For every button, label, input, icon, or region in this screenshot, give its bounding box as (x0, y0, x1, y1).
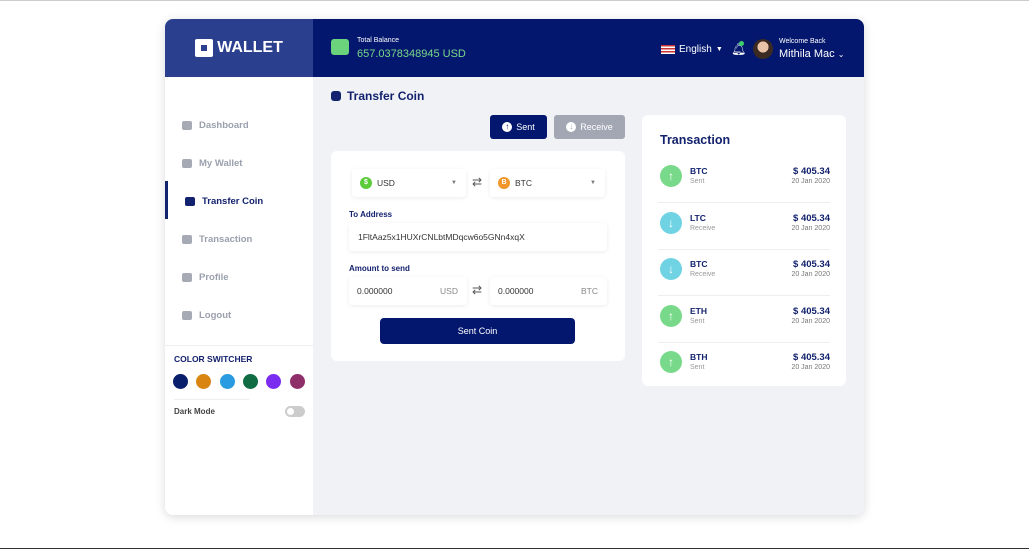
caret-down-icon: ▼ (715, 46, 723, 53)
color-swatch[interactable] (289, 374, 305, 389)
dark-mode-toggle[interactable] (285, 406, 305, 417)
welcome-text: Welcome Back (779, 38, 826, 45)
arrow-down-icon: ↓ (566, 122, 577, 132)
coins-icon (331, 91, 341, 101)
active-indicator (165, 181, 168, 219)
dashboard-icon (182, 121, 192, 130)
us-flag-icon (661, 45, 675, 54)
dollar-icon: $ (360, 177, 372, 189)
avatar[interactable] (753, 39, 773, 59)
sidebar-item-my-wallet[interactable]: My Wallet (182, 158, 242, 169)
language-dropdown[interactable]: English ▼ (661, 44, 723, 55)
wallet-icon (331, 39, 349, 55)
color-swatch[interactable] (266, 374, 282, 389)
wallet-icon (182, 159, 192, 168)
transaction-row[interactable]: ↑ ETH Sent $ 405.34 20 Jan 2020 (658, 297, 830, 343)
sidebar-item-transfer-coin[interactable]: Transfer Coin (185, 196, 263, 207)
dark-mode-label: Dark Mode (174, 407, 215, 416)
notification-dot (739, 41, 744, 46)
caret-down-icon: ▼ (451, 180, 457, 186)
coins-icon (185, 197, 195, 206)
chevron-down-icon: ⌄ (837, 50, 845, 59)
arrow-up-icon: ↑ (502, 122, 513, 132)
arrow-down-icon: ↓ (660, 258, 682, 280)
sidebar-item-transaction[interactable]: Transaction (182, 234, 252, 245)
to-address-input[interactable]: 1FltAaz5x1HUXrCNLbtMDqcw6o5GNn4xqX (349, 223, 607, 251)
transaction-row[interactable]: ↑ BTC Sent $ 405.34 20 Jan 2020 (658, 157, 830, 203)
amount-label: Amount to send (349, 264, 410, 273)
balance-label: Total Balance (357, 37, 400, 44)
color-swatch[interactable] (219, 374, 235, 389)
transaction-row[interactable]: ↓ BTC Receive $ 405.34 20 Jan 2020 (658, 250, 830, 296)
page-title: Transfer Coin (331, 89, 424, 103)
arrow-up-icon: ↑ (660, 304, 682, 327)
history-icon (182, 235, 192, 244)
color-switcher-label: COLOR SWITCHER (174, 354, 253, 364)
to-address-label: To Address (349, 210, 393, 219)
logo[interactable]: WALLET (165, 19, 313, 77)
divider (174, 399, 249, 400)
user-icon (182, 273, 192, 282)
sidebar: Dashboard My Wallet Transfer Coin Transacti… (165, 77, 313, 515)
arrow-up-icon: ↑ (660, 351, 682, 373)
sidebar-item-logout[interactable]: Logout (182, 310, 231, 321)
logout-icon (182, 311, 192, 320)
receive-tab-button[interactable]: ↓ Receive (554, 115, 625, 139)
divider (165, 345, 313, 346)
user-menu[interactable]: Mithila Mac ⌄ (779, 48, 844, 60)
amount-to-input[interactable]: 0.000000 BTC (490, 277, 607, 305)
arrow-up-icon: ↑ (660, 165, 682, 187)
header: Total Balance 657.0378348945 USD English… (313, 19, 864, 77)
caret-down-icon: ▼ (590, 180, 596, 186)
amount-from-input[interactable]: 0.000000 USD (349, 277, 467, 305)
app-window: WALLET Total Balance 657.0378348945 USD … (165, 19, 864, 515)
sidebar-item-dashboard[interactable]: Dashboard (182, 120, 249, 131)
sidebar-item-profile[interactable]: Profile (182, 272, 229, 283)
color-swatch[interactable] (196, 374, 212, 389)
sent-tab-button[interactable]: ↑ Sent (490, 115, 547, 139)
from-currency-select[interactable]: $ USD ▼ (352, 169, 466, 197)
transaction-panel: Transaction ↑ BTC Sent $ 405.34 20 Jan 2… (642, 115, 846, 386)
balance-value: 657.0378348945 USD (357, 48, 466, 60)
wallet-logo-icon (195, 39, 214, 57)
transaction-row[interactable]: ↑ BTH Sent $ 405.34 20 Jan 2020 (658, 343, 830, 389)
to-currency-select[interactable]: B BTC ▼ (490, 169, 605, 197)
sent-coin-button[interactable]: Sent Coin (380, 318, 575, 344)
color-swatch[interactable] (173, 374, 188, 389)
bitcoin-icon: B (498, 177, 510, 189)
swap-icon[interactable]: ⇄ (472, 175, 482, 189)
swap-icon[interactable]: ⇄ (472, 283, 482, 297)
color-swatch[interactable] (242, 374, 258, 389)
transaction-row[interactable]: ↓ LTC Receive $ 405.34 20 Jan 2020 (658, 204, 830, 250)
arrow-down-icon: ↓ (660, 211, 682, 234)
transfer-form: $ USD ▼ ⇄ B BTC ▼ To Address 1FltAaz5x1HUXrC… (331, 151, 625, 361)
transaction-title: Transaction (660, 133, 731, 147)
